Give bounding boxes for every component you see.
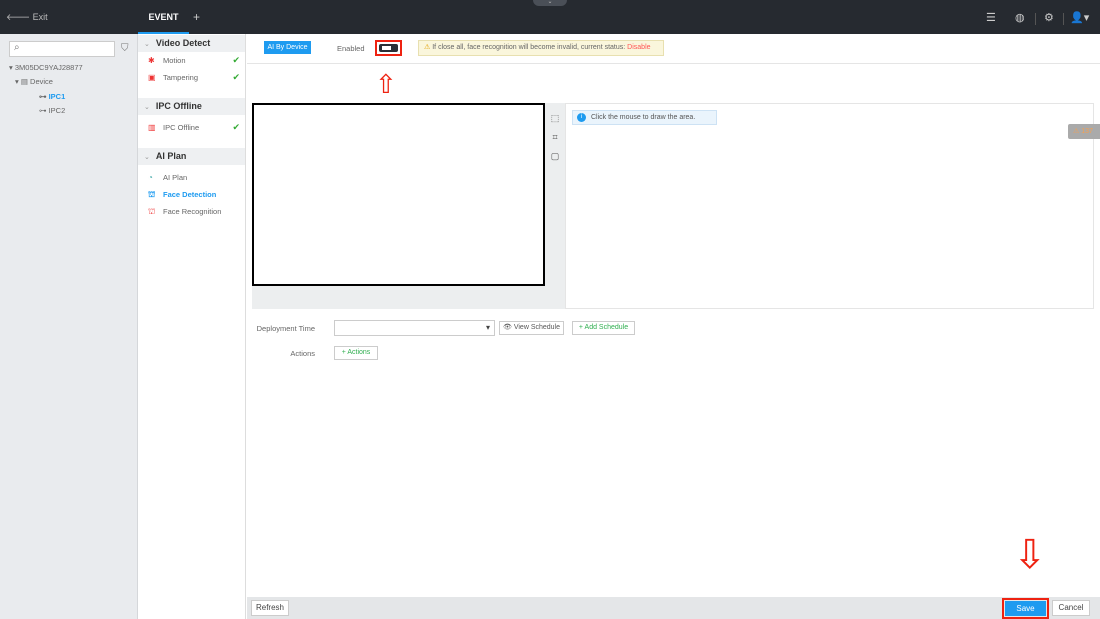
divider	[247, 63, 1100, 64]
chevron-down-icon: ⌄	[144, 154, 150, 161]
min-size-icon[interactable]: ⌗	[545, 132, 565, 143]
exit-button[interactable]: 🡐 Exit	[6, 12, 48, 23]
check-icon: ✔	[232, 72, 240, 82]
main-panel: AI By Device Enabled ⚠ If close all, fac…	[247, 34, 1100, 619]
warning-status: Disable	[627, 44, 651, 51]
cancel-button[interactable]: Cancel	[1052, 600, 1090, 616]
enabled-toggle[interactable]	[375, 40, 402, 56]
face-recognition-icon: ⛫	[148, 207, 156, 216]
check-icon: ✔	[232, 122, 240, 132]
tampering-icon: ▣	[148, 73, 156, 82]
actions-button[interactable]: + Actions	[334, 346, 378, 360]
chevron-down-icon: ⌄	[144, 104, 150, 111]
ai-by-device-button[interactable]: AI By Device	[264, 41, 311, 54]
view-schedule-button[interactable]: 👁 View Schedule	[499, 321, 564, 335]
group-ai-plan[interactable]: ⌄ AI Plan	[138, 148, 245, 165]
warning-banner: ⚠ If close all, face recognition will be…	[418, 40, 664, 56]
save-button[interactable]: Save	[1002, 598, 1049, 619]
warning-icon: ⚠	[1073, 128, 1082, 135]
add-schedule-button[interactable]: + Add Schedule	[572, 321, 635, 335]
globe-icon[interactable]: ◍	[1015, 11, 1025, 24]
info-icon: i	[577, 113, 586, 122]
top-bar: 🡐 Exit EVENT + ⌄ ☰ ◍ ⚙ 👤▾	[0, 0, 1100, 34]
menu-item-tampering[interactable]: ▣ Tampering ✔	[138, 69, 245, 86]
motion-icon: ✱	[148, 56, 155, 65]
ai-plan-icon: ◔	[148, 173, 153, 182]
annotation-arrow-down-icon: ⇩	[1013, 533, 1047, 577]
warning-icon: ⚠	[424, 44, 433, 51]
draw-area-icon[interactable]: ⬚	[545, 113, 565, 124]
draw-tools: ⬚ ⌗ ▢	[545, 103, 565, 309]
menu-item-face-recognition[interactable]: ⛫ Face Recognition	[138, 203, 245, 220]
add-tab-button[interactable]: +	[193, 10, 200, 24]
actions-label: Actions	[290, 349, 315, 358]
info-message: i Click the mouse to draw the area.	[572, 110, 717, 125]
camera-icon: ⊶	[39, 106, 47, 115]
menu-item-ai-plan[interactable]: ◔ AI Plan	[138, 169, 245, 186]
device-icon: ▤	[20, 77, 28, 86]
max-size-icon[interactable]: ▢	[545, 151, 565, 162]
tree-root[interactable]: ▾ 3M05DC9YAJ28877	[9, 63, 83, 72]
tree-device[interactable]: ▾ ▤ Device	[15, 77, 53, 86]
user-icon[interactable]: 👤▾	[1070, 11, 1089, 24]
divider	[1035, 13, 1036, 25]
group-ipc-offline[interactable]: ⌄ IPC Offline	[138, 98, 245, 115]
filter-icon[interactable]: ⛉	[121, 43, 129, 54]
alert-badge[interactable]: ⚠ 137	[1068, 124, 1100, 139]
list-icon[interactable]: ☰	[986, 11, 996, 24]
menu-item-face-detection[interactable]: ⛫ Face Detection	[138, 186, 245, 203]
chevron-down-icon: ⌄	[144, 41, 150, 48]
camera-icon: ⊶	[39, 92, 47, 101]
footer-bar: Refresh Save Cancel	[247, 597, 1100, 619]
enabled-label: Enabled	[337, 44, 365, 53]
tab-event[interactable]: EVENT	[138, 0, 189, 34]
gear-icon[interactable]: ⚙	[1044, 11, 1054, 24]
tree-channel-ipc2[interactable]: ⊶ IPC2	[39, 106, 65, 115]
divider	[1063, 13, 1064, 25]
tree-channel-ipc1[interactable]: ⊶ IPC1	[39, 92, 65, 101]
deployment-time-select[interactable]	[334, 320, 495, 336]
face-detection-icon: ⛫	[148, 190, 156, 199]
menu-item-motion[interactable]: ✱ Motion ✔	[138, 52, 245, 69]
collapse-handle[interactable]: ⌄	[533, 0, 567, 6]
eye-icon: 👁	[502, 324, 514, 331]
video-toolbar: 🗑	[252, 286, 559, 309]
search-icon: ⌕	[14, 42, 20, 53]
event-menu: ⌄ Video Detect ✱ Motion ✔ ▣ Tampering ✔ ⌄ IPC …	[138, 34, 246, 619]
annotation-arrow-up-icon: ⇧	[375, 69, 397, 99]
area-panel: i Click the mouse to draw the area.	[565, 103, 1094, 309]
back-arrow-icon: 🡐	[6, 12, 33, 22]
menu-item-ipc-offline[interactable]: ▥ IPC Offline ✔	[138, 119, 245, 136]
group-video-detect[interactable]: ⌄ Video Detect	[138, 35, 245, 52]
ipc-offline-icon: ▥	[148, 123, 156, 132]
deployment-time-label: Deployment Time	[256, 324, 315, 333]
video-preview[interactable]	[252, 103, 545, 286]
refresh-button[interactable]: Refresh	[251, 600, 289, 616]
check-icon: ✔	[232, 55, 240, 65]
search-input[interactable]: ⌕	[9, 41, 115, 57]
device-tree: ⌕ ⛉ ▾ 3M05DC9YAJ28877 ▾ ▤ Device ⊶ IPC1 …	[0, 34, 138, 619]
